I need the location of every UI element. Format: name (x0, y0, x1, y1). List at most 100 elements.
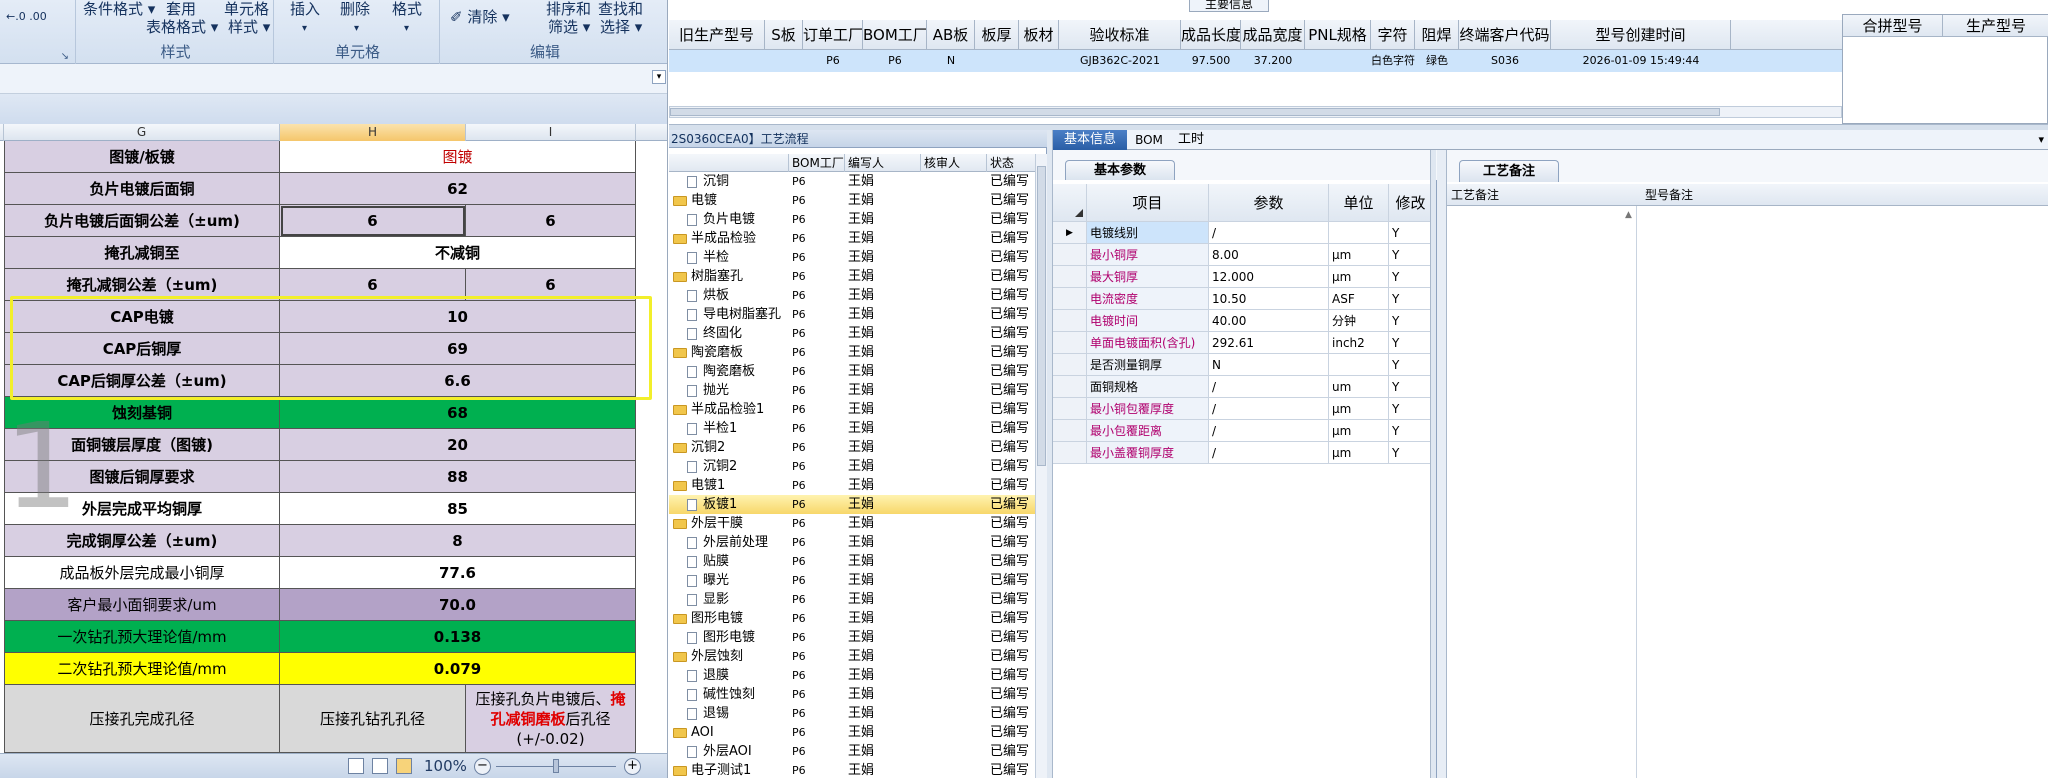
cell-g[interactable]: 客户最小面铜要求/um (4, 589, 280, 621)
param-value[interactable]: 8.00 (1209, 244, 1329, 266)
process-remark-text[interactable] (1447, 206, 1637, 778)
main-col-header[interactable]: 成品宽度 (1241, 20, 1305, 50)
cell-h-merged[interactable]: 62 (280, 173, 636, 205)
page-layout-icon[interactable] (372, 758, 388, 774)
param-value[interactable]: / (1209, 376, 1329, 398)
find-select-button[interactable]: 查找和 (598, 0, 643, 18)
process-row[interactable]: 电镀1 P6 王娟 已编写 (669, 476, 1039, 495)
zoom-out-icon[interactable]: − (474, 758, 491, 775)
main-col-header[interactable]: 旧生产型号 (669, 20, 765, 50)
param-value[interactable]: / (1209, 420, 1329, 442)
remark-col-model[interactable]: 型号备注 (1645, 184, 1693, 206)
remark-col-process[interactable]: 工艺备注 (1451, 184, 1499, 206)
cell-g[interactable]: 图镀/板镀 (4, 141, 280, 173)
process-row[interactable]: 树脂塞孔 P6 王娟 已编写 (669, 267, 1039, 286)
cell-g[interactable]: 负片电镀后面铜 (4, 173, 280, 205)
hscroll-thumb[interactable] (670, 108, 1720, 116)
process-row[interactable]: 半检1 P6 王娟 已编写 (669, 419, 1039, 438)
process-row[interactable]: 半检 P6 王娟 已编写 (669, 248, 1039, 267)
process-col-header[interactable] (669, 154, 789, 172)
sort-filter-button[interactable]: 排序和 (546, 0, 591, 18)
process-row[interactable]: 外层干膜 P6 王娟 已编写 (669, 514, 1039, 533)
table-format-button[interactable]: 套用 (166, 0, 196, 18)
cell-g[interactable]: 负片电镀后面铜公差（±um) (4, 205, 280, 237)
process-row[interactable]: 贴膜 P6 王娟 已编写 (669, 552, 1039, 571)
normal-view-icon[interactable] (348, 758, 364, 774)
process-row[interactable]: AOI P6 王娟 已编写 (669, 723, 1039, 742)
process-row[interactable]: 图形电镀 P6 王娟 已编写 (669, 628, 1039, 647)
param-row[interactable]: 面铜规格 / um Y (1053, 376, 1433, 398)
tab-process-remark[interactable]: 工艺备注 (1459, 160, 1559, 182)
process-row[interactable]: 电子测试1 P6 王娟 已编写 (669, 761, 1039, 778)
param-row[interactable]: 最小铜厚 8.00 μm Y (1053, 244, 1433, 266)
process-row[interactable]: 半成品检验1 P6 王娟 已编写 (669, 400, 1039, 419)
process-row[interactable]: 陶瓷磨板 P6 王娟 已编写 (669, 362, 1039, 381)
param-row[interactable]: 最小包覆距离 / μm Y (1053, 420, 1433, 442)
main-col-header[interactable]: BOM工厂 (863, 20, 927, 50)
delete-dropdown-icon[interactable]: ▾ (354, 20, 359, 38)
cell-g[interactable]: 一次钻孔预大理论值/mm (4, 621, 280, 653)
find-select-sub[interactable]: 选择 ▾ (600, 18, 642, 36)
cell-h-merged[interactable]: 85 (280, 493, 636, 525)
process-col-header[interactable]: BOM工厂 (789, 154, 845, 172)
cell-g-bottom[interactable]: 压接孔完成孔径 (4, 685, 280, 753)
vertical-splitter-2[interactable] (1430, 150, 1436, 778)
remark-scroll-up-icon[interactable]: ▲ (1625, 210, 1632, 220)
process-col-header[interactable]: 编写人 (845, 154, 921, 172)
main-col-header[interactable]: 字符 (1371, 20, 1415, 50)
main-col-header[interactable]: 成品长度 (1181, 20, 1241, 50)
process-vscroll[interactable] (1035, 154, 1047, 778)
param-value[interactable]: N (1209, 354, 1329, 376)
main-col-header[interactable]: 阻焊 (1415, 20, 1459, 50)
main-col-header[interactable]: AB板 (927, 20, 975, 50)
format-dropdown-icon[interactable]: ▾ (404, 20, 409, 38)
tab-basic-info[interactable]: 基本信息 (1053, 130, 1127, 150)
main-col-header[interactable]: 型号创建时间 (1551, 20, 1731, 50)
process-row[interactable]: 负片电镀 P6 王娟 已编写 (669, 210, 1039, 229)
process-row[interactable]: 抛光 P6 王娟 已编写 (669, 381, 1039, 400)
clear-button[interactable]: ✐ 清除 ▾ (450, 8, 510, 26)
main-col-header[interactable]: PNL规格 (1305, 20, 1371, 50)
param-row[interactable]: 电流密度 10.50 ASF Y (1053, 288, 1433, 310)
tab-basic-params[interactable]: 基本参数 (1065, 160, 1175, 180)
tab-work-hours[interactable]: 工时 (1171, 130, 1211, 150)
cell-g[interactable]: 二次钻孔预大理论值/mm (4, 653, 280, 685)
formula-bar[interactable]: ▾ (0, 64, 667, 94)
param-row[interactable]: 是否测量铜厚 N Y (1053, 354, 1433, 376)
process-row[interactable]: 电镀 P6 王娟 已编写 (669, 191, 1039, 210)
process-row[interactable]: 外层前处理 P6 王娟 已编写 (669, 533, 1039, 552)
process-row[interactable]: 外层AOI P6 王娟 已编写 (669, 742, 1039, 761)
param-value[interactable]: / (1209, 222, 1329, 244)
cell-h-merged[interactable]: 8 (280, 525, 636, 557)
zoom-in-icon[interactable]: + (624, 758, 641, 775)
model-remark-text[interactable] (1641, 206, 2046, 778)
main-table-hscroll[interactable] (669, 106, 1842, 118)
cell-h-merged[interactable]: 77.6 (280, 557, 636, 589)
production-model-header[interactable]: 生产型号 (1943, 15, 2048, 37)
process-row[interactable]: 外层蚀刻 P6 王娟 已编写 (669, 647, 1039, 666)
main-col-header[interactable]: 板材 (1019, 20, 1059, 50)
cell-h-merged[interactable]: 20 (280, 429, 636, 461)
param-row[interactable]: 最大铜厚 12.000 μm Y (1053, 266, 1433, 288)
cell-h-bottom[interactable]: 压接孔钻孔孔径 (280, 685, 466, 753)
cell-g[interactable]: 掩孔减铜至 (4, 237, 280, 269)
params-col-header[interactable]: 参数 (1209, 184, 1329, 222)
style-sub[interactable]: 样式 ▾ (228, 18, 270, 36)
cell-h-merged[interactable]: 图镀 (280, 141, 636, 173)
process-row[interactable]: 沉铜2 P6 王娟 已编写 (669, 438, 1039, 457)
params-col-header[interactable]: 单位 (1329, 184, 1389, 222)
process-row[interactable]: 板镀1 P6 王娟 已编写 (669, 495, 1039, 514)
process-col-header[interactable]: 状态 (987, 154, 1037, 172)
param-row[interactable]: 最小铜包覆厚度 / μm Y (1053, 398, 1433, 420)
process-vscroll-thumb[interactable] (1037, 166, 1046, 466)
tab-bom[interactable]: BOM (1129, 130, 1169, 150)
process-row[interactable]: 烘板 P6 王娟 已编写 (669, 286, 1039, 305)
format-button[interactable]: 格式 (392, 0, 422, 18)
param-row[interactable]: 最小盖覆铜厚度 / μm Y (1053, 442, 1433, 464)
main-col-header[interactable]: S板 (765, 20, 803, 50)
zoom-slider-thumb[interactable] (553, 759, 559, 773)
splitter-gap[interactable] (1437, 150, 1447, 778)
cell-h-merged[interactable]: 68 (280, 397, 636, 429)
process-col-header[interactable]: 核审人 (921, 154, 987, 172)
page-break-icon[interactable] (396, 758, 412, 774)
